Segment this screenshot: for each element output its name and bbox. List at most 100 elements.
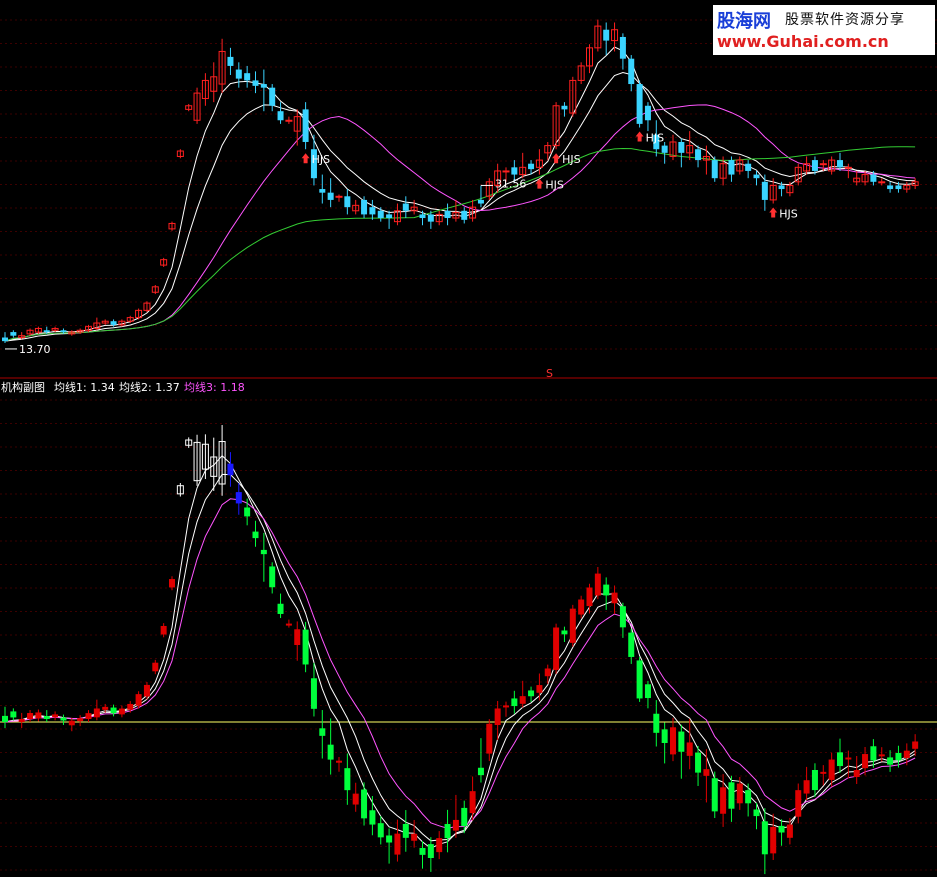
candle-body xyxy=(402,203,409,211)
indicator-candle xyxy=(703,749,710,803)
candle-body xyxy=(60,717,67,721)
indicator-candle xyxy=(837,738,843,773)
candle-body xyxy=(711,160,718,179)
indicator-candle xyxy=(720,774,727,827)
indicator-candle xyxy=(110,704,117,717)
price-candle xyxy=(611,22,619,52)
candle-body xyxy=(244,73,251,81)
candle-body xyxy=(227,56,234,66)
indicator-candle xyxy=(745,783,752,817)
candle-body xyxy=(795,790,802,817)
annotation-label: HJS xyxy=(312,153,331,166)
candle-body xyxy=(319,189,326,193)
indicator-candle xyxy=(394,819,401,862)
indicator-candle xyxy=(803,766,810,801)
candle-body xyxy=(820,771,827,774)
indicator-candle xyxy=(811,763,818,797)
indicator-candle xyxy=(386,828,393,864)
indicator-candle xyxy=(469,776,476,821)
indicator-candle xyxy=(27,710,34,722)
annotation-label: 13.70 xyxy=(19,343,51,356)
candle-body xyxy=(536,685,543,693)
candle-body xyxy=(811,769,818,791)
candle-body xyxy=(352,793,359,805)
indicator-candle xyxy=(118,705,125,718)
candle-body xyxy=(369,207,376,215)
candle-body xyxy=(619,606,626,628)
candle-body xyxy=(377,823,384,838)
price-candle xyxy=(218,38,226,94)
candle-body xyxy=(636,84,643,124)
price-candle xyxy=(678,138,685,168)
candle-body xyxy=(845,757,852,760)
candle-body xyxy=(828,759,835,780)
candle-body xyxy=(461,807,468,826)
price-candle xyxy=(335,194,343,202)
price-candle xyxy=(686,131,694,161)
candle-body xyxy=(603,29,610,41)
candle-body xyxy=(619,36,626,59)
signal-arrow-icon xyxy=(301,153,310,164)
annotation-label: 31.56 xyxy=(495,177,527,190)
price-candle xyxy=(552,102,560,150)
indicator-candle xyxy=(695,745,702,786)
indicator-candle xyxy=(452,794,459,838)
indicator-candle xyxy=(2,706,8,729)
candle-body xyxy=(728,782,735,809)
price-candle xyxy=(210,62,218,103)
price-candle xyxy=(619,33,626,70)
candle-body xyxy=(778,825,785,833)
indicator-candle xyxy=(870,739,877,768)
price-candle xyxy=(636,80,643,128)
candle-body xyxy=(377,210,384,219)
candle-body xyxy=(2,337,8,342)
price-candle xyxy=(285,116,293,124)
candle-body xyxy=(60,330,67,333)
candle-body xyxy=(252,531,259,539)
indicator-candle xyxy=(661,722,668,764)
candle-body xyxy=(870,174,877,182)
signal-arrow-icon xyxy=(769,207,778,218)
indicator-candle xyxy=(619,602,626,638)
price-candle xyxy=(695,145,702,168)
price-candle xyxy=(761,174,768,211)
price-candle xyxy=(561,102,568,117)
price-candle xyxy=(193,87,201,124)
candle-body xyxy=(745,790,752,804)
candle-body xyxy=(444,210,451,219)
candle-body xyxy=(862,754,869,769)
indicator-candle xyxy=(68,717,75,732)
candle-body xyxy=(369,810,376,825)
price-candle xyxy=(477,185,484,208)
candle-body xyxy=(18,718,25,722)
indicator-candle xyxy=(218,425,226,496)
candle-body xyxy=(578,599,585,615)
indicator-candle xyxy=(778,819,785,846)
indicator-candle xyxy=(736,776,743,810)
candle-body xyxy=(644,684,651,699)
indicator-candle xyxy=(503,701,509,717)
stock-chart[interactable]: 31.56 13.70 HJS HJS HJS HJS HJS S 机构副图 均线1: 1.… xyxy=(0,0,937,877)
candle-body xyxy=(93,708,100,718)
indicator-candle xyxy=(553,623,560,674)
price-candle xyxy=(201,73,209,106)
indicator-candle xyxy=(85,710,92,722)
indicator-candle xyxy=(302,621,309,673)
candle-body xyxy=(143,684,150,697)
price-candle xyxy=(887,181,894,193)
indicator-candle xyxy=(903,743,910,766)
indicator-ma2-line xyxy=(4,473,916,842)
candle-body xyxy=(344,196,351,208)
indicator-candle xyxy=(594,567,601,600)
indicator-candle xyxy=(35,709,42,722)
candle-body xyxy=(285,119,293,122)
price-candle xyxy=(444,203,451,226)
price-pane-grid xyxy=(0,19,937,350)
indicator-candle xyxy=(361,782,368,826)
price-candle xyxy=(302,102,309,150)
indicator-candle xyxy=(544,664,551,684)
divider-marker: S xyxy=(546,367,553,380)
indicator-candle xyxy=(561,626,568,642)
indicator-candle xyxy=(586,583,593,614)
candle-body xyxy=(43,330,50,333)
